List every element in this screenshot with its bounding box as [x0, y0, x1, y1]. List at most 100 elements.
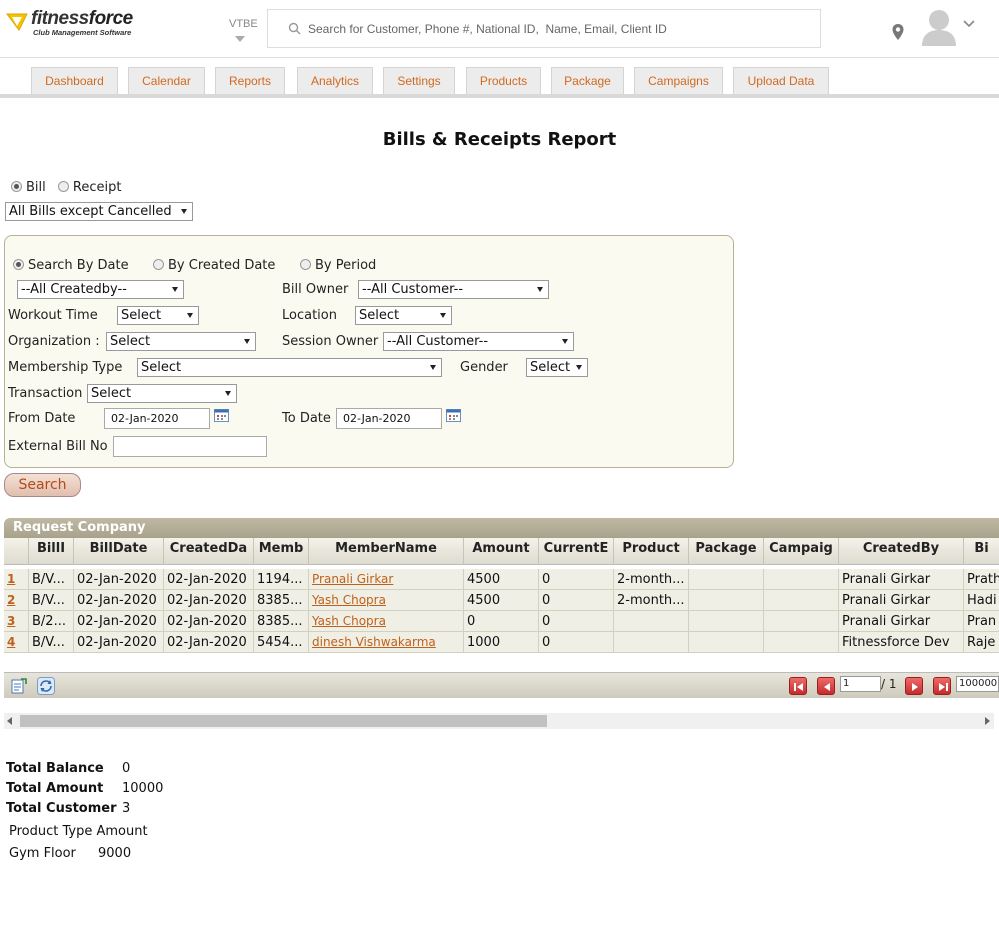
row-number-link[interactable]: 1: [7, 572, 15, 586]
row-number-link[interactable]: 3: [7, 614, 15, 628]
workout-time-select[interactable]: Select: [117, 306, 199, 325]
page-size-input[interactable]: 100000: [956, 676, 999, 692]
scroll-left-icon[interactable]: [7, 717, 13, 725]
cell-created-date: 02-Jan-2020: [164, 611, 254, 632]
cell-member-id: 1194...: [254, 569, 309, 590]
header-bill-owner[interactable]: Bi: [964, 538, 999, 565]
tab-campaigns[interactable]: Campaigns: [634, 67, 723, 94]
tab-settings[interactable]: Settings: [383, 67, 455, 94]
external-bill-input[interactable]: [113, 436, 267, 457]
header-campaign[interactable]: Campaig: [764, 538, 839, 565]
cell-member-name[interactable]: Pranali Girkar: [309, 569, 464, 590]
bill-owner-select[interactable]: --All Customer--: [358, 280, 549, 299]
header-amount[interactable]: Amount: [464, 538, 539, 565]
refresh-icon[interactable]: [37, 677, 55, 695]
row-number-link[interactable]: 4: [7, 635, 15, 649]
header-bill-id[interactable]: BillI: [29, 538, 74, 565]
search-by-date-label: Search By Date: [28, 258, 129, 273]
gender-select[interactable]: Select: [526, 358, 588, 377]
transaction-select[interactable]: Select: [87, 384, 237, 403]
row-number[interactable]: 2: [4, 590, 29, 611]
grid-body: 1 B/V... 02-Jan-2020 02-Jan-2020 1194...…: [4, 569, 999, 654]
next-page-button[interactable]: [905, 677, 923, 695]
fitnessforce-logo[interactable]: fitnessforce Club Management Software: [5, 8, 135, 40]
header-bill-date[interactable]: BillDate: [74, 538, 164, 565]
membership-type-label: Membership Type: [8, 360, 123, 375]
tab-dashboard[interactable]: Dashboard: [31, 67, 118, 94]
cell-member-name[interactable]: Yash Chopra: [309, 590, 464, 611]
last-page-button[interactable]: [933, 677, 951, 695]
from-date-calendar-icon[interactable]: [214, 408, 229, 422]
session-owner-select[interactable]: --All Customer--: [383, 332, 574, 351]
receipt-radio[interactable]: [57, 181, 69, 192]
from-date-input[interactable]: 02-Jan-2020: [104, 408, 210, 429]
gender-value: Select: [530, 360, 571, 375]
table-row[interactable]: 1 B/V... 02-Jan-2020 02-Jan-2020 1194...…: [4, 569, 999, 590]
member-name-link[interactable]: Yash Chopra: [312, 614, 386, 628]
row-number-link[interactable]: 2: [7, 593, 15, 607]
tab-reports[interactable]: Reports: [215, 67, 285, 94]
club-selector-caret-icon[interactable]: [235, 36, 245, 42]
cell-bill-id: B/2...: [29, 611, 74, 632]
tab-calendar[interactable]: Calendar: [128, 67, 205, 94]
row-number[interactable]: 1: [4, 569, 29, 590]
from-date-label: From Date: [8, 411, 76, 426]
header-product[interactable]: Product: [614, 538, 689, 565]
bill-radio[interactable]: [11, 181, 22, 192]
page-number-input[interactable]: 1: [840, 676, 881, 692]
to-date-calendar-icon[interactable]: [446, 408, 461, 422]
member-name-link[interactable]: Pranali Girkar: [312, 572, 393, 586]
header-member-id[interactable]: Memb: [254, 538, 309, 565]
cell-package: [689, 632, 764, 653]
prev-page-button[interactable]: [817, 677, 835, 695]
session-owner-value: --All Customer--: [387, 334, 489, 349]
cell-bill-owner: Raje: [967, 635, 996, 650]
row-number[interactable]: 3: [4, 611, 29, 632]
tab-upload-data[interactable]: Upload Data: [733, 67, 829, 94]
header-created-by[interactable]: CreatedBy: [839, 538, 964, 565]
horizontal-scrollbar[interactable]: [4, 713, 994, 729]
cell-member-name[interactable]: Yash Chopra: [309, 611, 464, 632]
scrollbar-thumb[interactable]: [20, 715, 547, 727]
cell-created-date: 02-Jan-2020: [164, 569, 254, 590]
cell-current-e: 0: [539, 569, 614, 590]
tab-package[interactable]: Package: [551, 67, 624, 94]
global-search[interactable]: [267, 9, 821, 48]
header-package[interactable]: Package: [689, 538, 764, 565]
total-balance-label: Total Balance: [6, 761, 104, 776]
header-created-date[interactable]: CreatedDa: [164, 538, 254, 565]
by-period-radio[interactable]: [300, 259, 311, 270]
search-input[interactable]: [308, 20, 808, 38]
membership-type-value: Select: [141, 360, 182, 375]
product-type-header: Product Type Amount: [9, 824, 148, 839]
table-row[interactable]: 3 B/2... 02-Jan-2020 02-Jan-2020 8385...…: [4, 611, 999, 632]
location-pin-icon[interactable]: [891, 23, 905, 41]
member-name-link[interactable]: dinesh Vishwakarma: [312, 635, 436, 649]
export-icon[interactable]: [10, 677, 28, 695]
cell-member-name[interactable]: dinesh Vishwakarma: [309, 632, 464, 653]
table-row[interactable]: 4 B/V... 02-Jan-2020 02-Jan-2020 5454...…: [4, 632, 999, 653]
club-selector-label[interactable]: VTBE: [229, 18, 258, 30]
location-select[interactable]: Select: [355, 306, 452, 325]
row-number[interactable]: 4: [4, 632, 29, 653]
search-button[interactable]: Search: [4, 473, 81, 497]
membership-type-select[interactable]: Select: [137, 358, 442, 377]
user-avatar-icon[interactable]: [920, 6, 958, 46]
tab-analytics[interactable]: Analytics: [297, 67, 373, 94]
bill-status-select[interactable]: All Bills except Cancelled: [5, 202, 193, 221]
member-name-link[interactable]: Yash Chopra: [312, 593, 386, 607]
scroll-right-icon[interactable]: [984, 717, 990, 725]
total-balance-value: 0: [122, 761, 131, 776]
created-by-select[interactable]: --All Createdby--: [17, 280, 184, 299]
table-row[interactable]: 2 B/V... 02-Jan-2020 02-Jan-2020 8385...…: [4, 590, 999, 611]
tab-products[interactable]: Products: [466, 67, 541, 94]
cell-member-id: 5454...: [254, 632, 309, 653]
search-by-date-radio[interactable]: [13, 259, 24, 270]
organization-select[interactable]: Select: [106, 332, 256, 351]
chevron-down-icon[interactable]: [963, 20, 975, 28]
header-member-name[interactable]: MemberName: [309, 538, 464, 565]
by-created-date-radio[interactable]: [153, 259, 164, 270]
first-page-button[interactable]: [789, 677, 807, 695]
to-date-input[interactable]: 02-Jan-2020: [336, 408, 442, 429]
header-current-e[interactable]: CurrentE: [539, 538, 614, 565]
